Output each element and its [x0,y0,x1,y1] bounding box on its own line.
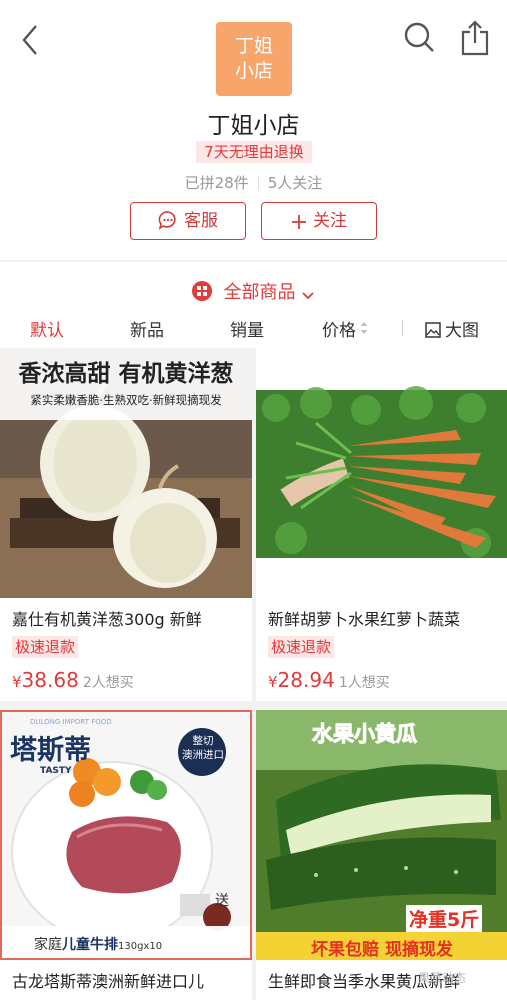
return-policy-badge: 7天无理由退换 [196,141,312,163]
customer-service-label: 客服 [184,211,218,231]
logo-line-1: 丁姐 [234,35,273,57]
onion-caption-sub: 紧实柔嫩香脆·生熟双吃·新鲜现摘现发 [30,393,222,407]
follow-button[interactable]: 关注 [261,202,377,240]
followers-count: 5人关注 [267,174,323,192]
product-card-beef[interactable]: DULONG IMPORT FOOD 塔斯蒂 TASTY 整切 澳洲进口 送 家… [0,710,252,1000]
all-products-label: 全部商品 [223,282,296,303]
sort-tabs: 默认 新品 销量 价格 大图 [0,316,507,342]
fast-refund-badge: 极速退款 [12,636,79,658]
tab-price-label: 价格 [322,321,356,341]
store-name: 丁姐小店 [207,113,300,139]
store-header: 丁姐 小店 丁姐小店 7天无理由退换 已拼28件 5人关注 客服 关注 [0,0,507,260]
product-title: 新鲜胡萝卜水果红萝卜蔬菜 [268,610,461,629]
want-count: 1人想买 [338,675,390,691]
weight-label: 净重5斤 [406,905,483,932]
product-card-carrot[interactable]: 新鲜胡萝卜水果红萝卜蔬菜 极速退款 ¥28.94 1人想买 [256,348,507,701]
customer-service-button[interactable]: 客服 [130,202,246,240]
grid-icon [191,281,212,301]
plus-icon [292,215,306,229]
sort-arrows-icon [361,322,367,334]
tab-price[interactable]: 价格 [322,316,368,341]
beef-caption: 家庭儿童牛排130gx10 [34,934,162,954]
store-stats: 已拼28件 5人关注 [0,172,507,193]
product-price: ¥28.94 1人想买 [268,668,390,692]
search-icon[interactable] [400,18,440,58]
price-value: 38.68 [21,668,79,692]
onion-caption-main: 香浓高甜 有机黄洋葱 [18,360,234,387]
product-image-onion: 香浓高甜 有机黄洋葱 紧实柔嫩香脆·生熟双吃·新鲜现摘现发 [0,348,252,598]
back-icon[interactable] [14,20,48,60]
product-toolbar: 全部商品 默认 新品 销量 价格 大图 [0,262,507,348]
image-icon [425,322,441,338]
tab-large-view[interactable]: 大图 [425,316,479,341]
store-logo: 丁姐 小店 [216,22,292,96]
guarantee-label: 坏果包赔 现摘现发 [311,940,453,960]
product-title: 嘉仕有机黄洋葱300g 新鲜 [12,610,202,629]
beef-brand: 塔斯蒂 [10,735,91,766]
product-image-cucumber: 水果小黄瓜 净重5斤 坏果包赔 现摘现发 [256,710,507,960]
carrot-photo [256,348,507,598]
caption-spec: 130gx10 [118,941,163,952]
tab-sales[interactable]: 销量 [230,316,264,341]
logo-line-2: 小店 [234,60,273,82]
tab-large-view-label: 大图 [445,321,479,341]
chat-icon [158,211,176,230]
chevron-down-icon [302,292,314,300]
product-price: ¥38.68 2人想买 [12,668,134,692]
beef-brand-small: DULONG IMPORT FOOD [30,718,112,726]
seal-line-2: 澳洲进口 [182,749,224,761]
stats-divider [257,176,259,190]
import-seal: 整切 澳洲进口 [180,734,226,762]
currency-symbol: ¥ [268,673,278,691]
watermark: 果蔬动态 [418,971,467,985]
seal-line-1: 整切 [192,735,214,747]
product-image-beef: DULONG IMPORT FOOD 塔斯蒂 TASTY 整切 澳洲进口 送 家… [0,710,252,960]
fast-refund-badge: 极速退款 [268,636,335,658]
beef-brand-en: TASTY [40,766,72,776]
product-title: 古龙塔斯蒂澳洲新鲜进口儿 [12,972,205,991]
sold-count: 已拼28件 [184,174,249,192]
product-image-carrot [256,348,507,598]
cucumber-caption: 水果小黄瓜 [312,722,418,747]
currency-symbol: ¥ [12,673,22,691]
tab-divider [402,320,403,336]
share-icon[interactable] [455,18,495,58]
tab-default[interactable]: 默认 [30,316,64,341]
caption-prefix: 家庭 [34,937,62,953]
price-value: 28.94 [277,668,335,692]
product-card-onion[interactable]: 香浓高甜 有机黄洋葱 紧实柔嫩香脆·生熟双吃·新鲜现摘现发 嘉仕有机黄洋葱300… [0,348,252,701]
gift-label: 送 [215,893,229,909]
want-count: 2人想买 [82,675,134,691]
follow-label: 关注 [313,211,347,231]
tab-new[interactable]: 新品 [130,316,164,341]
all-products-dropdown[interactable]: 全部商品 [0,278,507,304]
product-card-cucumber[interactable]: 水果小黄瓜 净重5斤 坏果包赔 现摘现发 生鲜即食当季水果黄瓜新鲜 [256,710,507,1000]
caption-highlight: 儿童牛排 [62,937,118,953]
